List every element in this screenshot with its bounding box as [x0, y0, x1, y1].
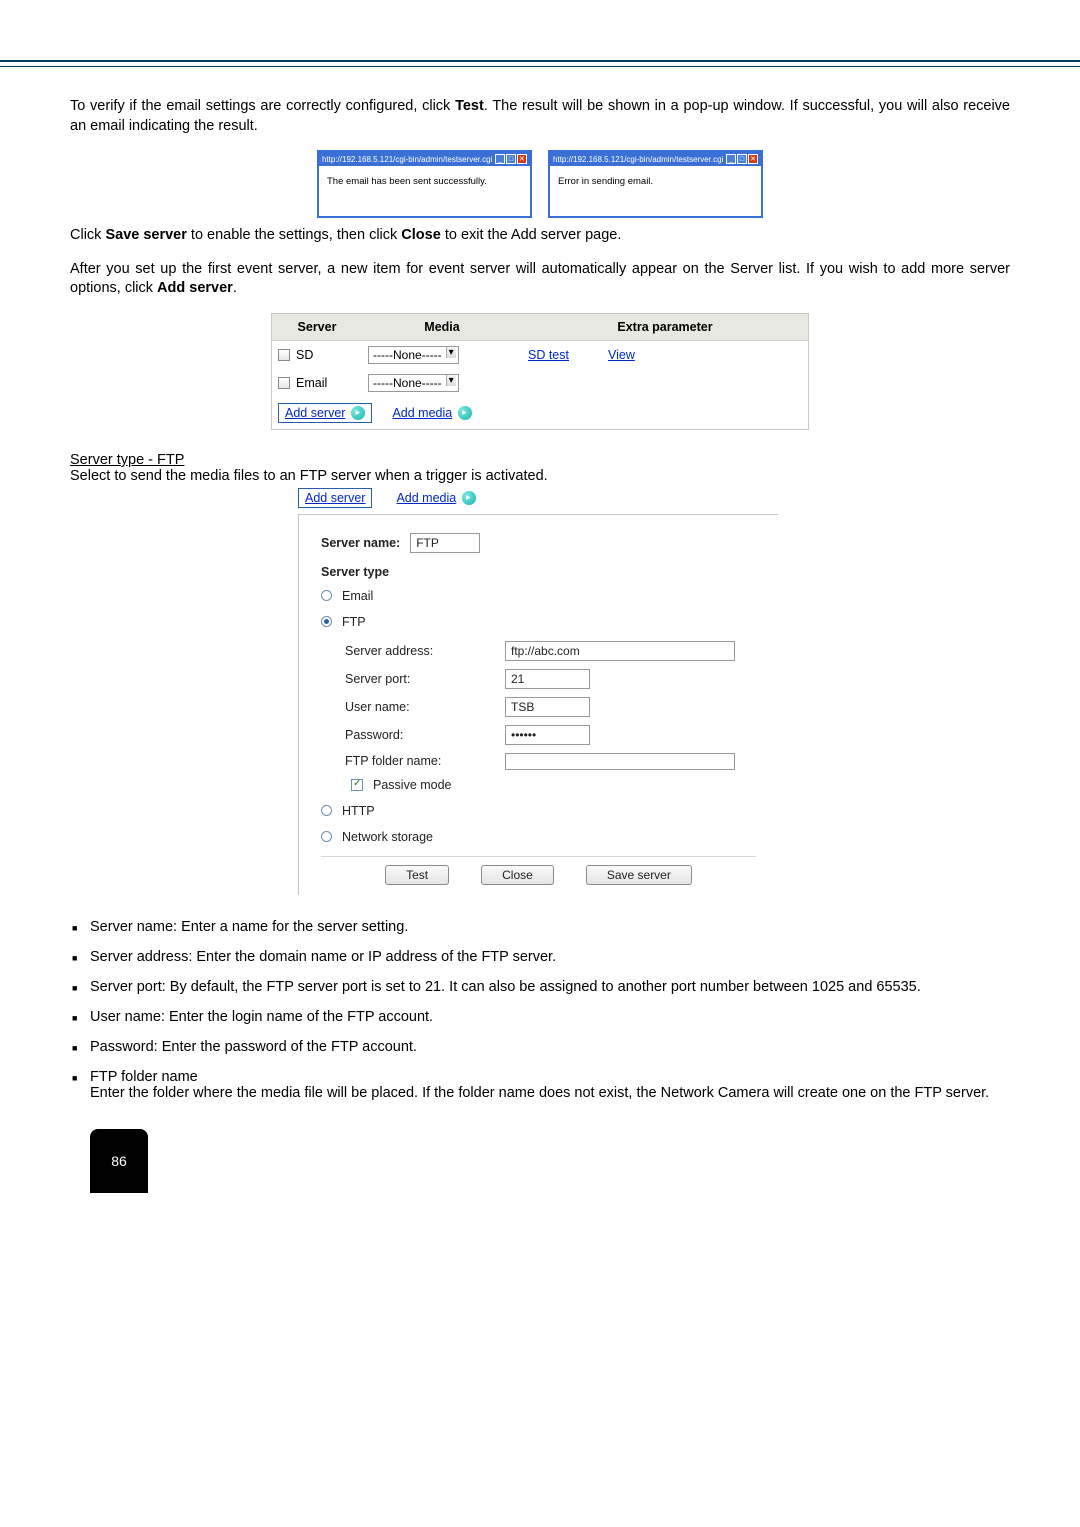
- add-media-button[interactable]: Add media: [392, 403, 472, 423]
- user-name-input[interactable]: TSB: [505, 697, 590, 717]
- add-server-button[interactable]: Add server: [278, 403, 372, 423]
- popup-success-titlebar: http://192.168.5.121/cgi-bin/admin/tests…: [319, 152, 530, 166]
- user-name-label: User name:: [345, 700, 505, 714]
- view-link[interactable]: View: [608, 348, 635, 362]
- table-footer: Add server Add media: [272, 397, 808, 429]
- ftp-folder-label: FTP folder name:: [345, 754, 505, 768]
- checkbox-email[interactable]: [278, 377, 290, 389]
- add-media-label: Add media: [392, 406, 452, 420]
- bullet-list: Server name: Enter a name for the server…: [70, 919, 1010, 1101]
- ftp-tabs: Add server Add media: [298, 488, 778, 508]
- media-select-sd[interactable]: -----None-----: [368, 346, 459, 364]
- button-row: Test Close Save server: [321, 856, 756, 885]
- ftp-folder-bullet-body: Enter the folder where the media file wi…: [90, 1085, 989, 1101]
- passive-mode-label: Passive mode: [373, 778, 452, 792]
- media-select-email[interactable]: -----None-----: [368, 374, 459, 392]
- close-button[interactable]: Close: [481, 865, 554, 885]
- popup-success-message: The email has been sent successfully.: [319, 166, 530, 197]
- tab-add-server[interactable]: Add server: [298, 488, 372, 508]
- radio-network-storage[interactable]: [321, 831, 332, 842]
- passive-mode-checkbox[interactable]: [351, 779, 363, 791]
- popup-error-titlebar: http://192.168.5.121/cgi-bin/admin/tests…: [550, 152, 761, 166]
- page-top-divider: [0, 60, 1080, 67]
- server-name-input[interactable]: FTP: [410, 533, 480, 553]
- minimize-icon[interactable]: _: [495, 154, 505, 164]
- list-item: Password: Enter the password of the FTP …: [70, 1039, 1010, 1055]
- popup-error: http://192.168.5.121/cgi-bin/admin/tests…: [548, 150, 763, 218]
- popup-success-url: http://192.168.5.121/cgi-bin/admin/tests…: [322, 155, 492, 164]
- server-port-input[interactable]: 21: [505, 669, 590, 689]
- option-network-storage: Network storage: [342, 830, 433, 844]
- paragraph-verify: To verify if the email settings are corr…: [70, 97, 1010, 136]
- ftp-folder-input[interactable]: [505, 753, 735, 770]
- maximize-icon[interactable]: □: [506, 154, 516, 164]
- tab-add-media-label: Add media: [396, 491, 456, 505]
- minimize-icon[interactable]: _: [726, 154, 736, 164]
- table-row: Email -----None-----: [272, 369, 808, 397]
- arrow-icon: [458, 406, 472, 420]
- checkbox-sd[interactable]: [278, 349, 290, 361]
- header-media: Media: [362, 320, 522, 334]
- close-icon[interactable]: ✕: [748, 154, 758, 164]
- row-server-name: Email: [296, 376, 327, 390]
- server-address-input[interactable]: ftp://abc.com: [505, 641, 735, 661]
- password-label: Password:: [345, 728, 505, 742]
- server-port-label: Server port:: [345, 672, 505, 686]
- close-icon[interactable]: ✕: [517, 154, 527, 164]
- popup-dialogs-row: http://192.168.5.121/cgi-bin/admin/tests…: [70, 150, 1010, 218]
- paragraph-click-save: Click Save server to enable the settings…: [70, 226, 1010, 246]
- popup-success: http://192.168.5.121/cgi-bin/admin/tests…: [317, 150, 532, 218]
- header-server: Server: [272, 320, 362, 334]
- save-server-button[interactable]: Save server: [586, 865, 692, 885]
- table-header: Server Media Extra parameter: [272, 314, 808, 341]
- maximize-icon[interactable]: □: [737, 154, 747, 164]
- ftp-config-panel: Add server Add media Server name: FTP Se…: [298, 488, 778, 895]
- list-item: Server port: By default, the FTP server …: [70, 979, 1010, 995]
- option-ftp: FTP: [342, 615, 366, 629]
- row-server-name: SD: [296, 348, 313, 362]
- page-content: To verify if the email settings are corr…: [0, 97, 1080, 1101]
- server-type-label: Server type: [321, 565, 389, 579]
- popup-error-message: Error in sending email.: [550, 166, 761, 197]
- header-extra: Extra parameter: [522, 320, 808, 334]
- radio-email[interactable]: [321, 590, 332, 601]
- list-item: FTP folder name Enter the folder where t…: [70, 1069, 1010, 1101]
- ftp-body: Server name: FTP Server type Email FTP S…: [298, 514, 778, 895]
- paragraph-after-setup: After you set up the first event server,…: [70, 260, 1010, 299]
- test-button[interactable]: Test: [385, 865, 449, 885]
- server-address-label: Server address:: [345, 644, 505, 658]
- arrow-icon: [462, 491, 476, 505]
- section-title-ftp: Server type - FTP: [70, 452, 1010, 468]
- server-media-table: Server Media Extra parameter SD -----Non…: [271, 313, 809, 430]
- list-item: User name: Enter the login name of the F…: [70, 1009, 1010, 1025]
- tab-add-server-label: Add server: [305, 491, 365, 505]
- ftp-folder-bullet-title: FTP folder name: [90, 1069, 198, 1085]
- option-http: HTTP: [342, 804, 375, 818]
- list-item: Server name: Enter a name for the server…: [70, 919, 1010, 935]
- add-server-label: Add server: [285, 406, 345, 420]
- server-name-label: Server name:: [321, 536, 400, 550]
- list-item: Server address: Enter the domain name or…: [70, 949, 1010, 965]
- sd-test-link[interactable]: SD test: [528, 348, 569, 362]
- radio-http[interactable]: [321, 805, 332, 816]
- popup-error-url: http://192.168.5.121/cgi-bin/admin/tests…: [553, 155, 723, 164]
- arrow-icon: [351, 406, 365, 420]
- paragraph-ftp-select: Select to send the media files to an FTP…: [70, 468, 1010, 484]
- page-number-badge: 86: [90, 1129, 148, 1193]
- password-input[interactable]: ••••••: [505, 725, 590, 745]
- tab-add-media[interactable]: Add media: [396, 488, 476, 508]
- option-email: Email: [342, 589, 373, 603]
- ftp-fields: Server address: ftp://abc.com Server por…: [321, 641, 756, 792]
- radio-ftp[interactable]: [321, 616, 332, 627]
- table-row: SD -----None----- SD test View: [272, 341, 808, 369]
